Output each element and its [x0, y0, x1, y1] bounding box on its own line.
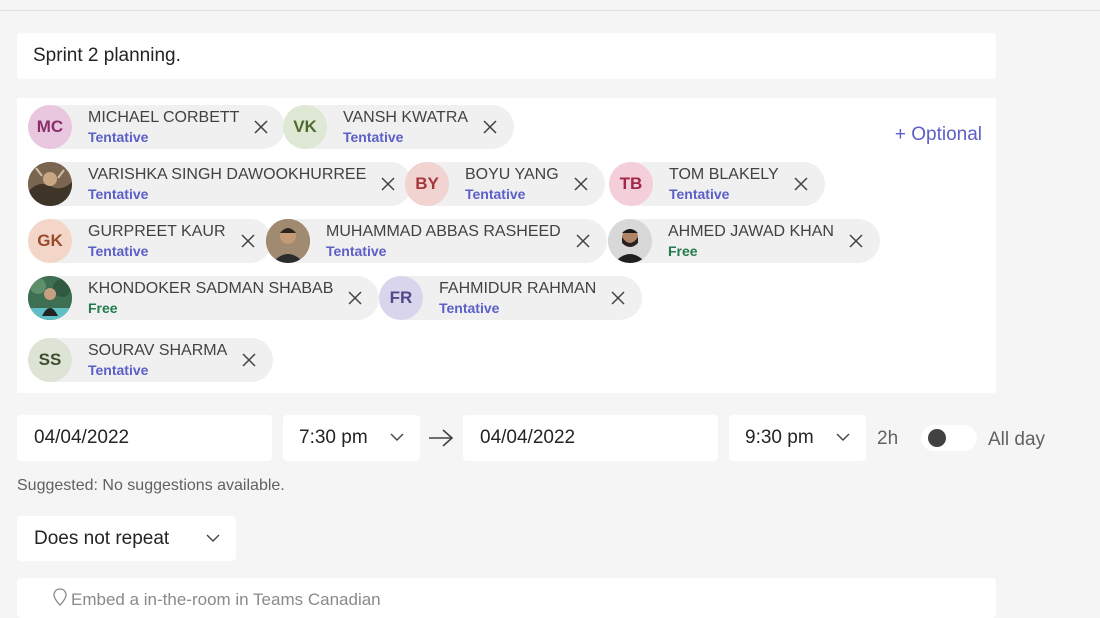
attendee-status: Tentative	[88, 185, 149, 202]
attendee-status: Free	[668, 242, 698, 259]
arrow-right-icon	[429, 429, 454, 447]
top-divider	[0, 10, 1100, 11]
attendee-name: GURPREET KAUR	[88, 223, 226, 240]
location-text: Embed a in-the-room in Teams Canadian	[71, 590, 381, 609]
attendee-name: AHMED JAWAD KHAN	[668, 223, 834, 240]
attendee-name: FAHMIDUR RAHMAN	[439, 280, 597, 297]
remove-attendee-icon[interactable]	[561, 233, 591, 249]
attendee-status: Free	[88, 299, 118, 316]
remove-attendee-icon[interactable]	[468, 119, 498, 135]
attendee-chip[interactable]: AHMED JAWAD KHAN Free	[608, 219, 880, 263]
attendee-status: Tentative	[465, 185, 526, 202]
end-time-text: 9:30 pm	[745, 427, 814, 448]
avatar-photo	[28, 162, 72, 206]
all-day-label: All day	[988, 429, 1046, 450]
attendee-chip[interactable]: FR FAHMIDUR RAHMAN Tentative	[379, 276, 643, 320]
repeat-dropdown[interactable]: Does not repeat	[17, 516, 236, 561]
avatar-photo	[28, 276, 72, 320]
attendee-status: Tentative	[88, 128, 149, 145]
remove-attendee-icon[interactable]	[834, 233, 864, 249]
start-date-text: 04/04/2022	[34, 427, 130, 448]
remove-attendee-icon[interactable]	[779, 176, 809, 192]
meeting-title-input[interactable]: Sprint 2 planning.	[17, 33, 996, 79]
location-pin-icon	[53, 588, 67, 606]
attendee-chip[interactable]: GK GURPREET KAUR Tentative	[28, 219, 272, 263]
start-date-input[interactable]: 04/04/2022	[17, 415, 272, 461]
attendee-chip[interactable]: BY BOYU YANG Tentative	[405, 162, 605, 206]
avatar: VK	[283, 105, 327, 149]
avatar: BY	[405, 162, 449, 206]
attendee-name: KHONDOKER SADMAN SHABAB	[88, 280, 334, 297]
attendee-chip[interactable]: KHONDOKER SADMAN SHABAB Free	[28, 276, 380, 320]
attendee-status: Tentative	[439, 299, 500, 316]
end-date-text: 04/04/2022	[480, 427, 576, 448]
avatar: GK	[28, 219, 72, 263]
add-optional-link[interactable]: + Optional	[895, 124, 982, 146]
avatar: FR	[379, 276, 423, 320]
attendee-status: Tentative	[326, 242, 387, 259]
attendee-chip[interactable]: MUHAMMAD ABBAS RASHEED Tentative	[266, 219, 607, 263]
attendee-chip[interactable]: VK VANSH KWATRA Tentative	[283, 105, 515, 149]
remove-attendee-icon[interactable]	[559, 176, 589, 192]
attendee-name: VANSH KWATRA	[343, 109, 469, 126]
avatar: SS	[28, 338, 72, 382]
attendee-status: Tentative	[343, 128, 404, 145]
attendee-chip[interactable]: TB TOM BLAKELY Tentative	[609, 162, 825, 206]
remove-attendee-icon[interactable]	[366, 176, 396, 192]
location-input[interactable]: Embed a in-the-room in Teams Canadian	[17, 578, 996, 618]
end-date-input[interactable]: 04/04/2022	[463, 415, 718, 461]
attendee-name: MUHAMMAD ABBAS RASHEED	[326, 223, 561, 240]
chevron-down-icon	[206, 534, 220, 542]
avatar: MC	[28, 105, 72, 149]
all-day-toggle[interactable]	[921, 425, 977, 451]
attendee-chip[interactable]: SS SOURAV SHARMA Tentative	[28, 338, 274, 382]
start-time-dropdown[interactable]: 7:30 pm	[283, 415, 420, 461]
attendee-name: VARISHKA SINGH DAWOOKHURREE	[88, 166, 367, 183]
attendee-name: TOM BLAKELY	[669, 166, 779, 183]
remove-attendee-icon[interactable]	[227, 352, 257, 368]
attendee-status: Tentative	[88, 242, 149, 259]
attendee-status: Tentative	[88, 361, 149, 378]
chevron-down-icon	[390, 433, 404, 441]
repeat-text: Does not repeat	[34, 527, 170, 549]
attendee-chip[interactable]: MC MICHAEL CORBETT Tentative	[28, 105, 286, 149]
toggle-knob	[928, 429, 946, 447]
attendee-name: SOURAV SHARMA	[88, 342, 228, 359]
remove-attendee-icon[interactable]	[596, 290, 626, 306]
meeting-title-text: Sprint 2 planning.	[33, 45, 181, 66]
attendees-box[interactable]: MC MICHAEL CORBETT Tentative VK VANSH KW…	[17, 98, 996, 393]
remove-attendee-icon[interactable]	[226, 233, 256, 249]
avatar-photo	[608, 219, 652, 263]
start-time-text: 7:30 pm	[299, 427, 368, 448]
attendee-name: MICHAEL CORBETT	[88, 109, 240, 126]
remove-attendee-icon[interactable]	[239, 119, 269, 135]
attendee-status: Tentative	[669, 185, 730, 202]
chevron-down-icon	[836, 433, 850, 441]
avatar-photo	[266, 219, 310, 263]
duration-label: 2h	[877, 428, 899, 449]
suggested-times-text: Suggested: No suggestions available.	[17, 477, 285, 494]
remove-attendee-icon[interactable]	[333, 290, 363, 306]
attendee-name: BOYU YANG	[465, 166, 559, 183]
avatar: TB	[609, 162, 653, 206]
end-time-dropdown[interactable]: 9:30 pm	[729, 415, 866, 461]
attendee-chip[interactable]: VARISHKA SINGH DAWOOKHURREE Tentative	[28, 162, 413, 206]
